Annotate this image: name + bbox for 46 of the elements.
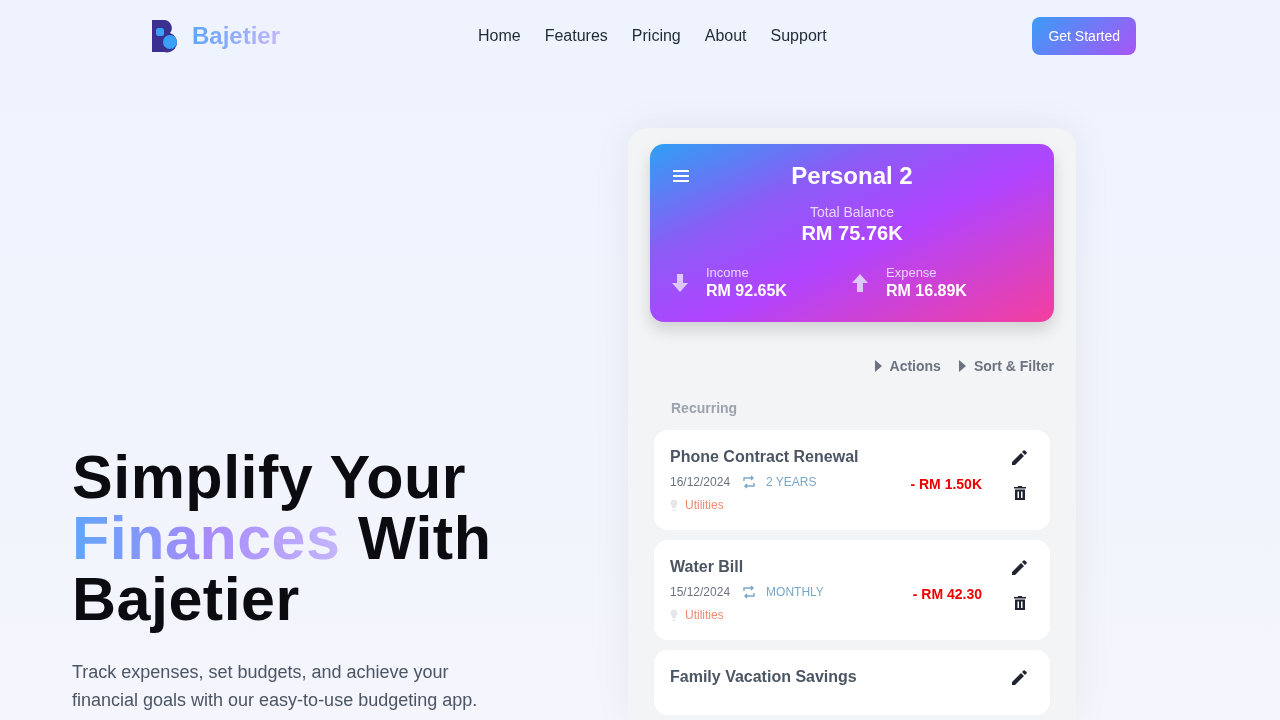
nav-link[interactable]: About	[704, 27, 747, 45]
wallet-title: Personal 2	[791, 162, 913, 190]
logo-icon	[150, 18, 178, 54]
transaction-card[interactable]: Phone Contract Renewal 16/12/2024 2 YEARS Utilities - RM 1.50K	[654, 430, 1050, 530]
income-label: Income	[706, 265, 750, 280]
income-value: RM 92.65K	[706, 282, 787, 300]
balance-label: Total Balance	[809, 204, 895, 220]
delete-icon[interactable]	[1013, 596, 1026, 610]
lightbulb-icon	[670, 498, 678, 512]
nav-link[interactable]: Features	[544, 27, 608, 45]
transaction-date: 15/12/2024	[670, 585, 731, 599]
transaction-name: Water Bill	[670, 558, 745, 576]
transaction-frequency: MONTHLY	[766, 585, 824, 599]
repeat-icon	[742, 585, 757, 599]
expense-value: RM 16.89K	[886, 282, 967, 300]
hero-subtitle: Track expenses, set budgets, and achieve your financial goals with our easy-to-use budgeting app.	[72, 661, 479, 712]
menu-icon[interactable]	[672, 169, 690, 183]
toolbar-toggle[interactable]: Sort & Filter	[958, 358, 1054, 374]
transaction-name: Family Vacation Savings	[670, 668, 858, 686]
transaction-card[interactable]: Water Bill 15/12/2024 MONTHLY Utilities - RM 42.30	[654, 540, 1050, 640]
repeat-icon	[742, 475, 757, 489]
transaction-amount: - RM 42.30	[912, 586, 982, 604]
get-started-button[interactable]: Get Started	[1032, 17, 1136, 55]
transaction-date: 16/12/2024	[670, 475, 731, 489]
caret-icon	[874, 360, 882, 372]
nav-link[interactable]: Home	[478, 27, 521, 45]
transaction-category: Utilities	[685, 608, 724, 622]
delete-icon[interactable]	[1013, 486, 1026, 500]
nav-link[interactable]: Support	[770, 27, 827, 45]
expense-label: Expense	[886, 265, 938, 280]
edit-icon[interactable]	[1012, 670, 1027, 685]
balance-value: RM 75.76K	[801, 222, 903, 245]
lightbulb-icon	[670, 608, 678, 622]
transaction-category: Utilities	[685, 498, 724, 512]
caret-icon	[958, 360, 966, 372]
transaction-amount: - RM 1.50K	[910, 476, 982, 494]
up-arrow-icon	[852, 273, 868, 292]
transaction-frequency: 2 YEARS	[766, 475, 817, 489]
nav-link[interactable]: Pricing	[631, 27, 681, 45]
transaction-card[interactable]: Family Vacation Savings	[654, 650, 1050, 715]
edit-icon[interactable]	[1012, 450, 1027, 465]
edit-icon[interactable]	[1012, 560, 1027, 575]
transaction-name: Phone Contract Renewal	[670, 448, 860, 466]
toolbar-toggle[interactable]: Actions	[874, 358, 941, 374]
section-heading: Recurring	[671, 400, 739, 416]
down-arrow-icon	[672, 273, 688, 292]
